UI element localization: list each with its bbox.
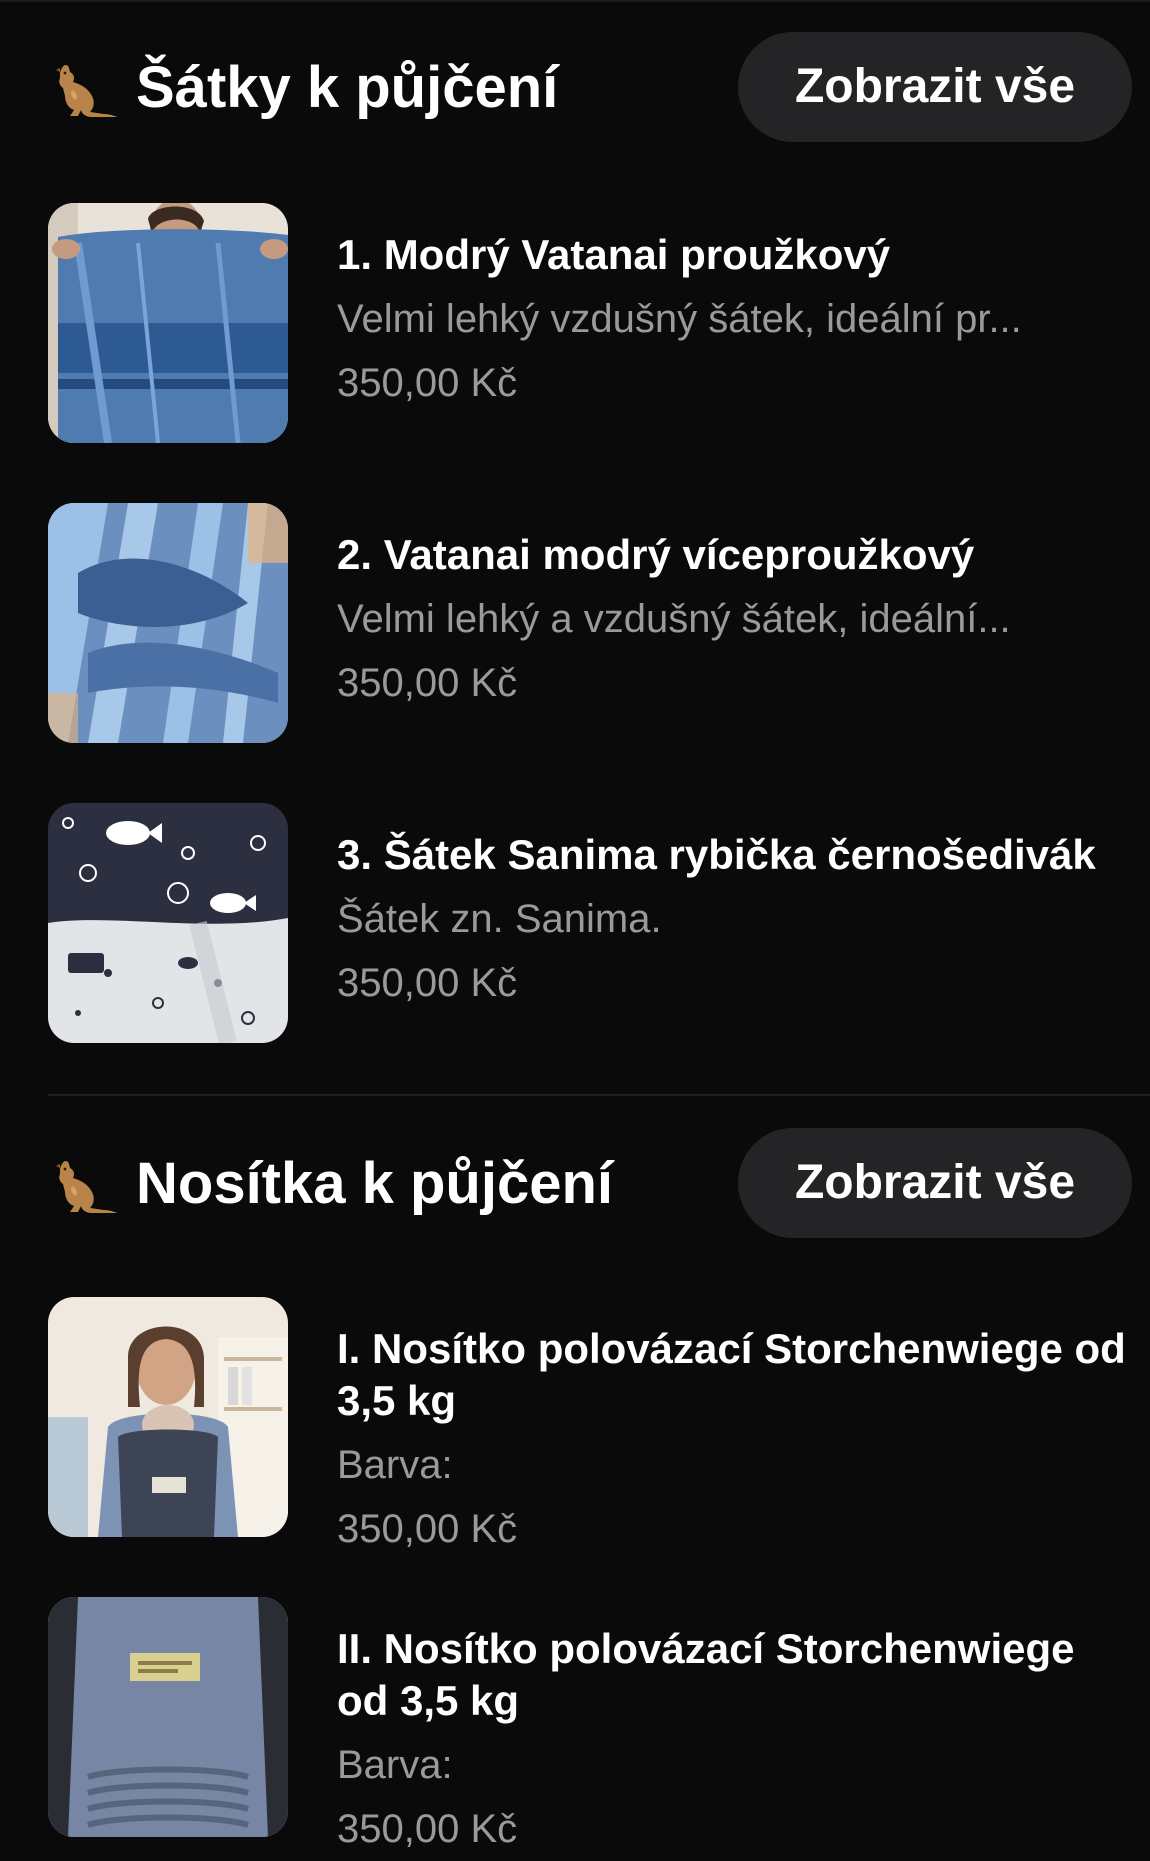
item-text: 3. Šátek Sanima rybička černošedivák Šát… xyxy=(337,829,1127,1011)
list-item[interactable]: 1. Modrý Vatanai proužkový Velmi lehký v… xyxy=(0,203,1150,443)
section-carriers: Nosítka k půjčení Zobrazit vše I. Nosítk… xyxy=(0,1096,1150,1851)
item-price: 350,00 Kč xyxy=(337,961,518,1005)
list-item[interactable]: 3. Šátek Sanima rybička černošedivák Šát… xyxy=(0,803,1150,1043)
product-image xyxy=(48,803,288,1043)
item-title: 2. Vatanai modrý víceproužkový xyxy=(337,531,975,578)
item-price: 350,00 Kč xyxy=(337,1807,518,1851)
section-header: Nosítka k půjčení Zobrazit vše xyxy=(0,1096,1150,1238)
product-image xyxy=(48,203,288,443)
list-item[interactable]: 2. Vatanai modrý víceproužkový Velmi leh… xyxy=(0,503,1150,743)
item-text: 1. Modrý Vatanai proužkový Velmi lehký v… xyxy=(337,229,1127,411)
item-description: Barva: xyxy=(337,1743,453,1787)
item-text: II. Nosítko polovázací Storchenwiege od … xyxy=(337,1623,1127,1857)
item-title: 1. Modrý Vatanai proužkový xyxy=(337,231,891,278)
item-description: Velmi lehký a vzdušný šátek, ideální... xyxy=(337,597,1011,641)
item-description: Velmi lehký vzdušný šátek, ideální pr... xyxy=(337,297,1022,341)
see-all-button[interactable]: Zobrazit vše xyxy=(738,32,1132,142)
item-text: I. Nosítko polovázací Storchenwiege od 3… xyxy=(337,1323,1127,1557)
item-description: Šátek zn. Sanima. xyxy=(337,897,662,941)
product-image xyxy=(48,1597,288,1837)
item-text: 2. Vatanai modrý víceproužkový Velmi leh… xyxy=(337,529,1127,711)
section-slings: Šátky k půjčení Zobrazit vše 1. Modrý Va… xyxy=(0,0,1150,1043)
kangaroo-icon xyxy=(48,1154,120,1214)
item-price: 350,00 Kč xyxy=(337,361,518,405)
product-image xyxy=(48,1297,288,1537)
section-title: Šátky k půjčení xyxy=(136,55,559,120)
section-title: Nosítka k půjčení xyxy=(136,1151,614,1216)
item-title: I. Nosítko polovázací Storchenwiege od 3… xyxy=(337,1325,1126,1424)
see-all-button[interactable]: Zobrazit vše xyxy=(738,1128,1132,1238)
item-price: 350,00 Kč xyxy=(337,661,518,705)
item-price: 350,00 Kč xyxy=(337,1507,518,1551)
list-item[interactable]: II. Nosítko polovázací Storchenwiege od … xyxy=(0,1597,1150,1851)
product-image xyxy=(48,503,288,743)
item-description: Barva: xyxy=(337,1443,453,1487)
list-item[interactable]: I. Nosítko polovázací Storchenwiege od 3… xyxy=(0,1297,1150,1551)
kangaroo-icon xyxy=(48,58,120,118)
item-title: II. Nosítko polovázací Storchenwiege od … xyxy=(337,1625,1075,1724)
section-header: Šátky k půjčení Zobrazit vše xyxy=(0,0,1150,142)
item-title: 3. Šátek Sanima rybička černošedivák xyxy=(337,831,1096,878)
